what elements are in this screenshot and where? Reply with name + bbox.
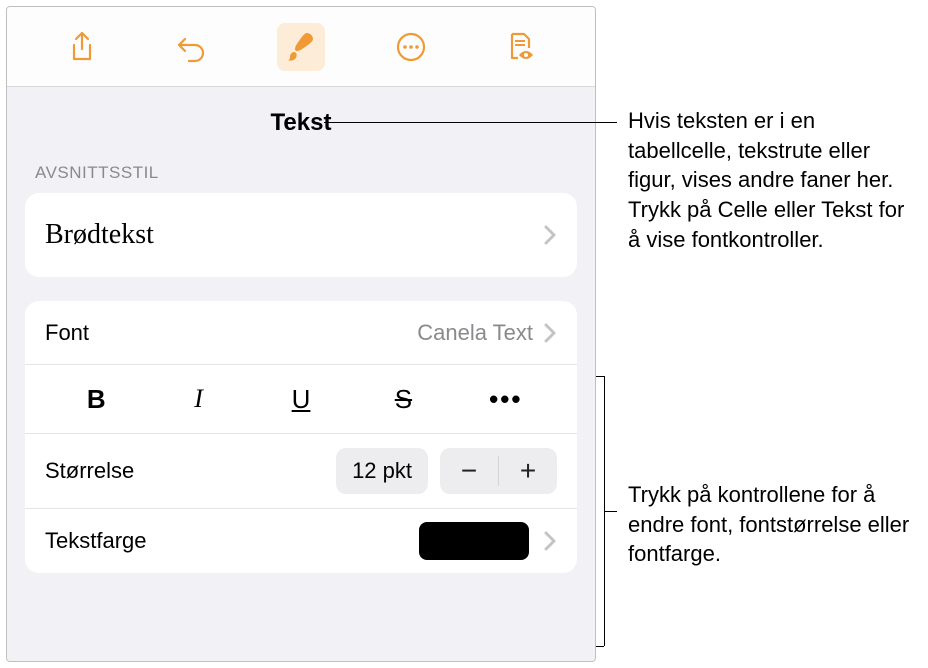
toolbar [7,7,595,87]
font-row[interactable]: Font Canela Text [25,301,577,365]
reader-button[interactable] [496,23,544,71]
share-icon [66,31,98,63]
font-value: Canela Text [417,320,533,346]
undo-button[interactable] [167,23,215,71]
size-label: Størrelse [45,458,336,484]
paragraph-style-card: Brødtekst [25,193,577,277]
text-color-row[interactable]: Tekstfarge [25,509,577,573]
italic-button[interactable]: I [147,377,249,421]
chevron-right-icon [543,530,557,552]
size-decrease-button[interactable]: − [440,448,498,494]
brush-icon [285,31,317,63]
paragraph-style-row[interactable]: Brødtekst [25,193,577,277]
size-increase-button[interactable]: + [499,448,557,494]
panel-content: Tekst AVSNITTSSTIL Brødtekst Font Canela… [7,87,595,661]
tab-title: Tekst [7,87,595,163]
callout-tab-title: Hvis teksten er i en tabellcelle, tekstr… [628,106,918,254]
bold-button[interactable]: B [45,377,147,421]
size-stepper: − + [440,448,557,494]
format-brush-button[interactable] [277,23,325,71]
more-button[interactable] [387,23,435,71]
section-label-paragraph-style: AVSNITTSSTIL [7,163,595,193]
undo-icon [175,31,207,63]
paragraph-style-name: Brødtekst [45,219,543,251]
callout-line [324,122,617,123]
chevron-right-icon [543,224,557,246]
ellipsis-circle-icon [395,31,427,63]
font-label: Font [45,320,417,346]
size-row: Størrelse 12 pkt − + [25,434,577,509]
text-color-label: Tekstfarge [45,528,419,554]
font-controls-card: Font Canela Text B I U S ••• Størrelse 1… [25,301,577,573]
callout-bracket-t [596,376,604,377]
format-panel: Tekst AVSNITTSSTIL Brødtekst Font Canela… [6,6,596,662]
text-format-row: B I U S ••• [25,365,577,434]
callout-font-controls: Trykk på kontrollene for å endre font, f… [628,480,918,569]
share-button[interactable] [58,23,106,71]
underline-button[interactable]: U [250,377,352,421]
document-eye-icon [504,31,536,63]
size-value[interactable]: 12 pkt [336,448,428,494]
more-format-button[interactable]: ••• [455,377,557,421]
chevron-right-icon [543,322,557,344]
strikethrough-button[interactable]: S [352,377,454,421]
callout-line [604,511,617,512]
callout-bracket-b [596,646,604,647]
text-color-swatch[interactable] [419,522,529,560]
